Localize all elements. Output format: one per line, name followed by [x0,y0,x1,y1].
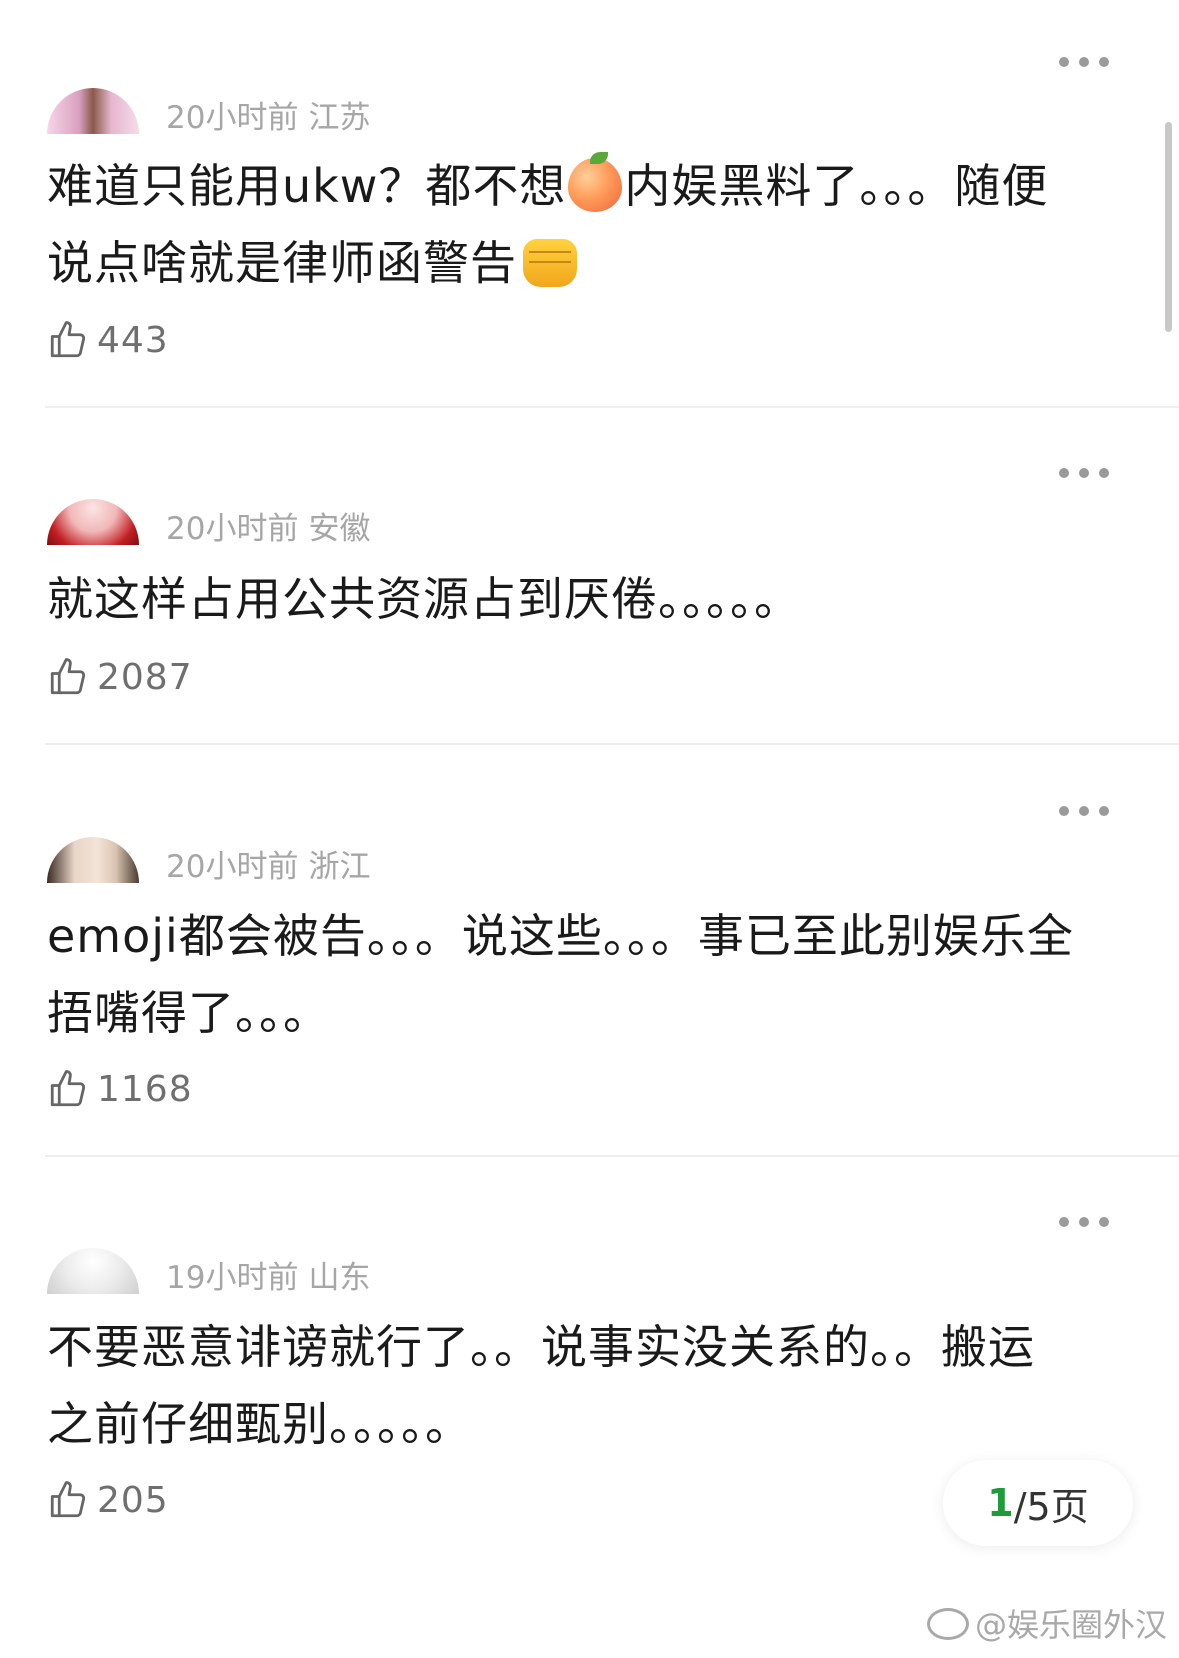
avatar[interactable] [47,1248,139,1294]
comment-meta: 19小时前 山东 [166,1252,370,1297]
comment-time: 19小时前 [166,1260,299,1296]
comment-text: 难道只能用ukw？都不想 内娱黑料了。。。随便 说点啥就是律师函警告 [47,148,1137,302]
more-options-icon[interactable] [1059,1214,1109,1230]
comment-text: 不要恶意诽谤就行了。。说事实没关系的。。搬运 之前仔细甄别。。。。。 [47,1320,1035,1451]
fist-emoji-icon [523,239,577,287]
comment-meta: 20小时前 江苏 [166,92,370,137]
thumbs-up-icon [50,658,86,695]
thumbs-up-icon [50,1481,86,1518]
thumbs-up-icon [50,1070,86,1107]
comment-location: 江苏 [308,100,371,136]
comment-location: 浙江 [308,849,371,885]
like-button[interactable]: 1168 [47,1068,193,1110]
like-button[interactable]: 205 [47,1479,169,1521]
comment-location: 山东 [308,1260,371,1296]
page-indicator[interactable]: 1/5页 [943,1460,1133,1546]
like-count: 443 [97,319,169,361]
comment-text: emoji都会被告。。。说这些。。。事已至此别娱乐全 捂嘴得了。。。 [47,909,1074,1040]
like-button[interactable]: 443 [47,319,169,361]
divider [45,1155,1179,1157]
thumbs-up-icon [50,321,86,358]
divider [45,406,1179,408]
scrollbar[interactable] [1165,122,1172,332]
comment-time: 20小时前 [166,100,299,136]
peach-emoji-icon [568,152,623,212]
like-count: 1168 [97,1068,193,1110]
more-options-icon[interactable] [1059,54,1109,70]
comment-time: 20小时前 [166,849,299,885]
comment-time: 20小时前 [166,511,299,547]
divider [45,743,1179,745]
watermark-text: @娱乐圈外汉 [974,1606,1167,1644]
avatar[interactable] [47,837,139,883]
weibo-logo-icon [926,1608,969,1640]
current-page: 1 [987,1481,1014,1525]
page-total: /5页 [1013,1484,1089,1529]
avatar[interactable] [47,88,139,134]
like-count: 2087 [97,656,193,698]
watermark: @娱乐圈外汉 [926,1600,1167,1646]
more-options-icon[interactable] [1059,803,1109,819]
comment-text: 就这样占用公共资源占到厌倦。。。。。 [47,572,801,626]
more-options-icon[interactable] [1059,465,1109,481]
comment-meta: 20小时前 安徽 [166,503,370,548]
comment-text-part: 难道只能用ukw？都不想 [47,159,567,213]
like-count: 205 [97,1479,169,1521]
comment-location: 安徽 [308,511,371,547]
comment-meta: 20小时前 浙江 [166,841,370,886]
avatar[interactable] [47,499,139,545]
like-button[interactable]: 2087 [47,656,193,698]
